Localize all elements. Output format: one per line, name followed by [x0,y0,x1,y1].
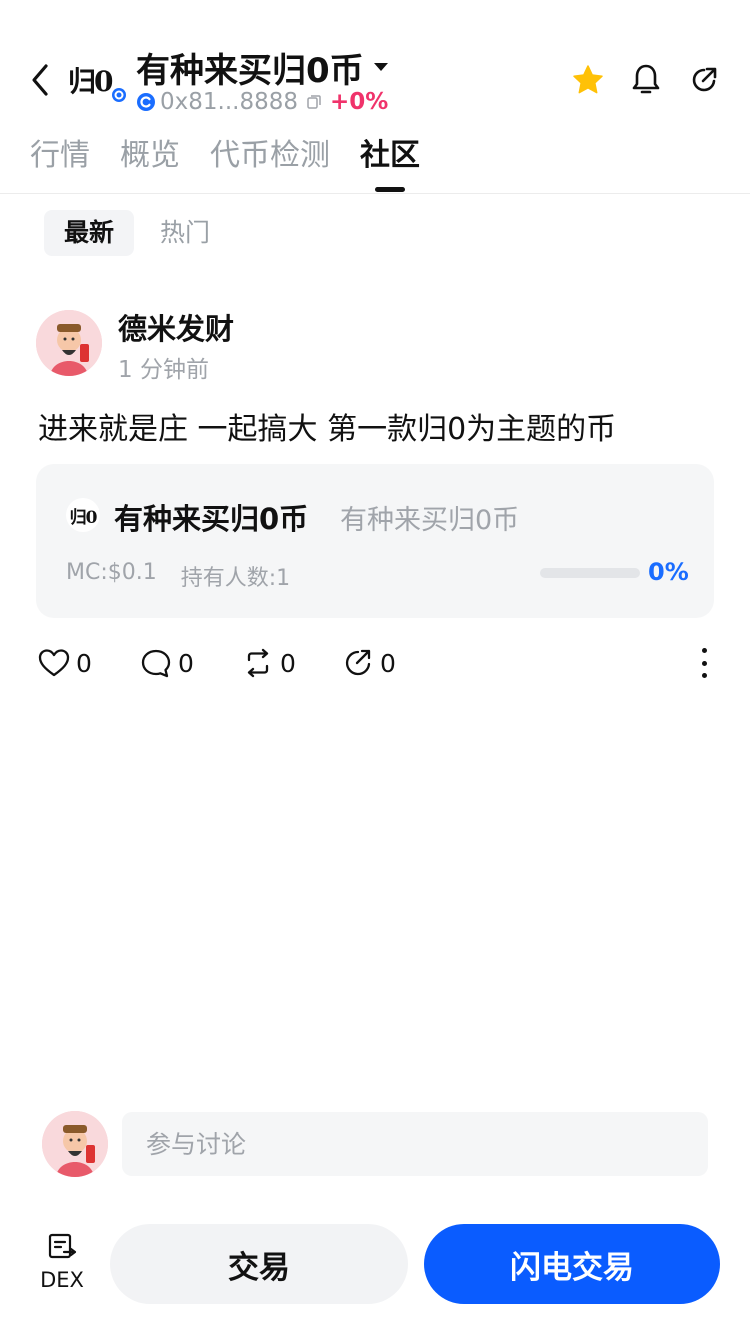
token-card-logo: 归0 [66,498,100,532]
post-time: 1 分钟前 [118,357,209,383]
dex-icon [48,1233,77,1259]
comment-input[interactable] [122,1112,708,1176]
star-icon[interactable] [572,62,604,98]
post-author[interactable]: 德米发财 [118,306,234,348]
like-count: 0 [76,648,92,678]
token-card[interactable]: 归0 有种来买归0币 有种来买归0币 MC:$0.1 持有人数:1 0% [36,464,714,618]
comment-bar [42,1110,708,1178]
avatar[interactable] [36,310,102,376]
share-icon[interactable] [688,62,720,98]
address-row: 0x81...8888 +0% [136,88,388,116]
bonding-progress-label: 0% [648,558,689,586]
filter-hot[interactable]: 热门 [140,210,230,256]
holder-count: 持有人数:1 [180,566,291,591]
main-tabs: 行情 概览 代币检测 社区 [30,132,420,192]
repost-icon [247,648,269,678]
token-card-stats: MC:$0.1 持有人数:1 [66,560,290,592]
flash-trade-button[interactable]: 闪电交易 [424,1224,720,1304]
post-text: 进来就是庄 一起搞大 第一款归0为主题的币 [38,412,617,447]
chain-badge-icon [110,86,128,104]
caret-down-icon [373,63,388,71]
tab-overview[interactable]: 概览 [120,132,180,192]
comment-button[interactable]: 0 [140,646,194,680]
tab-divider [0,193,750,194]
like-button[interactable]: 0 [38,646,92,680]
more-options-icon[interactable] [698,646,710,680]
post-actions: 0 0 0 0 [38,646,716,680]
comment-icon [141,649,171,678]
back-icon[interactable] [24,60,56,100]
repost-button[interactable]: 0 [242,646,296,680]
dex-label: DEX [40,1268,84,1292]
heart-icon [38,649,70,677]
token-title-dropdown[interactable]: 有种来买归0币 [136,44,388,91]
header: 归0 有种来买归0币 0x81...8888 +0% [0,0,750,120]
filter-latest[interactable]: 最新 [44,210,135,256]
repost-count: 0 [280,648,296,678]
share-count: 0 [380,648,396,678]
dex-button[interactable]: DEX [30,1232,94,1302]
share-post-button[interactable]: 0 [342,646,396,680]
tab-community[interactable]: 社区 [360,132,420,192]
feed-filters: 最新 热门 [44,210,230,256]
header-actions [572,62,720,98]
bell-icon[interactable] [630,62,662,98]
price-change: +0% [329,89,389,115]
copy-icon[interactable] [306,94,322,110]
trade-button[interactable]: 交易 [110,1224,408,1304]
avatar[interactable] [42,1111,108,1177]
token-title: 有种来买归0币 [136,50,364,91]
share-icon [345,649,371,676]
chain-icon [137,93,155,111]
token-card-symbol: 有种来买归0币 [340,505,520,536]
token-address: 0x81...8888 [160,89,298,115]
bonding-progress-bar [540,568,640,578]
market-cap: MC:$0.1 [66,560,157,585]
token-card-name: 有种来买归0币 [114,502,309,536]
comment-count: 0 [178,648,194,678]
token-logo: 归0 [68,62,128,104]
bottom-action-bar: DEX 交易 闪电交易 [0,1222,750,1308]
tab-market[interactable]: 行情 [30,132,90,192]
tab-token-check[interactable]: 代币检测 [210,132,330,192]
